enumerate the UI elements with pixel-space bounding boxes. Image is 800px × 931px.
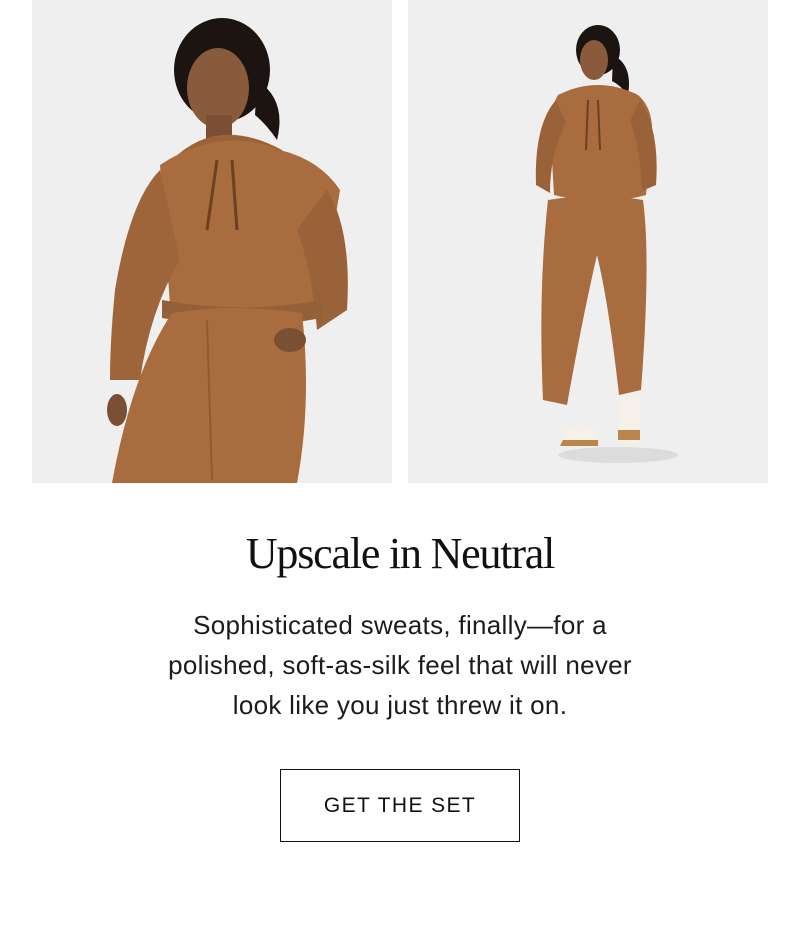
full-outfit-image[interactable] — [408, 0, 768, 483]
hoodie-closeup-image[interactable] — [32, 0, 392, 483]
body-copy: Sophisticated sweats, finally—for a poli… — [168, 610, 632, 720]
get-the-set-button[interactable]: GET THE SET — [280, 769, 520, 842]
full-outfit-illustration — [408, 0, 768, 483]
headline: Upscale in Neutral — [245, 529, 555, 578]
hoodie-closeup-illustration — [32, 0, 392, 483]
hero-image-row — [32, 0, 768, 483]
